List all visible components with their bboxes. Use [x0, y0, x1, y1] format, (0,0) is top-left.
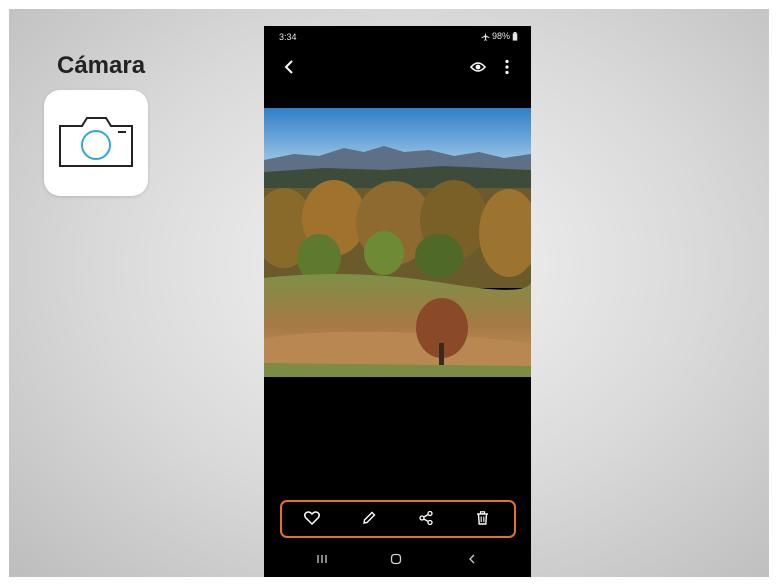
- viewer-top-bar: [264, 51, 531, 91]
- app-title: Cámara: [57, 52, 146, 79]
- back-arrow-icon[interactable]: [282, 59, 296, 75]
- more-options-icon[interactable]: [504, 59, 510, 75]
- back-icon[interactable]: [466, 553, 478, 565]
- phone-screen: 3:34 98%: [264, 26, 531, 577]
- recent-apps-icon[interactable]: [316, 553, 328, 565]
- edit-pencil-icon[interactable]: [362, 511, 376, 525]
- home-icon[interactable]: [390, 553, 402, 565]
- landscape-photo[interactable]: [264, 108, 531, 377]
- status-time: 3:34: [279, 32, 297, 42]
- favorite-heart-icon[interactable]: [304, 511, 320, 525]
- share-icon[interactable]: [419, 511, 433, 525]
- camera-icon: [59, 117, 133, 167]
- system-nav-bar: [264, 546, 531, 577]
- camera-app-icon: [44, 90, 148, 196]
- battery-icon: [512, 31, 518, 41]
- photo-action-bar: [280, 500, 516, 538]
- delete-trash-icon[interactable]: [476, 511, 489, 525]
- status-bar: 3:34 98%: [264, 26, 531, 46]
- status-right: 98%: [481, 31, 518, 41]
- battery-percent: 98%: [491, 31, 510, 41]
- airplane-mode-icon: [481, 31, 490, 41]
- eye-icon[interactable]: [470, 61, 486, 73]
